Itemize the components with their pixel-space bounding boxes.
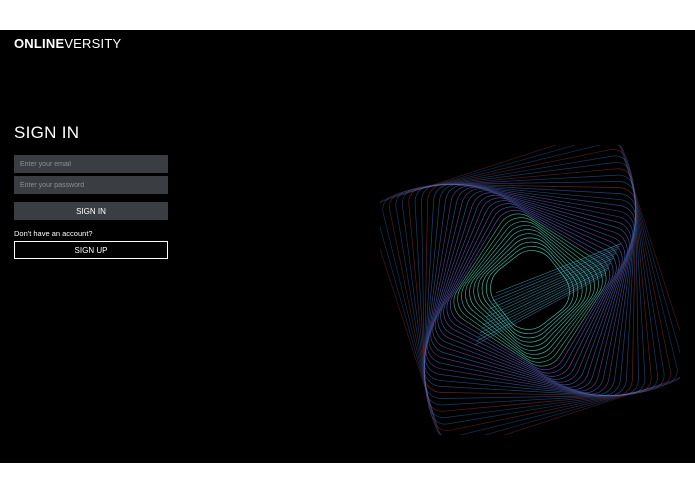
- spiral-line: [389, 149, 671, 431]
- spiral-line: [465, 225, 595, 355]
- logo[interactable]: ONLINEVERSITY: [14, 36, 121, 51]
- spiral-line: [424, 184, 636, 396]
- spiral-line: [440, 200, 620, 380]
- art-lines-group: [380, 145, 680, 435]
- spiral-line: [428, 188, 632, 392]
- spiral-line: [473, 233, 587, 347]
- logo-light-text: VERSITY: [64, 36, 122, 51]
- spiral-line: [423, 183, 637, 397]
- app-screen: ONLINEVERSITY SIGN IN SIGN IN Don't have…: [0, 30, 695, 463]
- spiral-streak: [484, 260, 613, 322]
- email-field[interactable]: [14, 155, 168, 173]
- spiral-line: [408, 168, 652, 412]
- spiral-lines-artwork-icon: [380, 145, 680, 435]
- spiral-line: [443, 203, 617, 377]
- spiral-line: [461, 221, 599, 359]
- spiral-line: [425, 185, 635, 395]
- page-title: SIGN IN: [14, 123, 80, 142]
- spiral-line: [424, 184, 636, 396]
- sign-up-button[interactable]: SIGN UP: [14, 241, 168, 259]
- spiral-line: [481, 241, 579, 339]
- logo-bold-text: ONLINE: [14, 36, 65, 51]
- password-field[interactable]: [14, 176, 168, 194]
- spiral-line: [395, 155, 665, 425]
- spiral-streak: [481, 265, 610, 330]
- spiral-line: [446, 206, 614, 374]
- spiral-line: [449, 209, 611, 371]
- no-account-text: Don't have an account?: [14, 229, 93, 238]
- spiral-line: [437, 197, 623, 383]
- sign-in-button[interactable]: SIGN IN: [14, 202, 168, 220]
- spiral-line: [453, 213, 607, 367]
